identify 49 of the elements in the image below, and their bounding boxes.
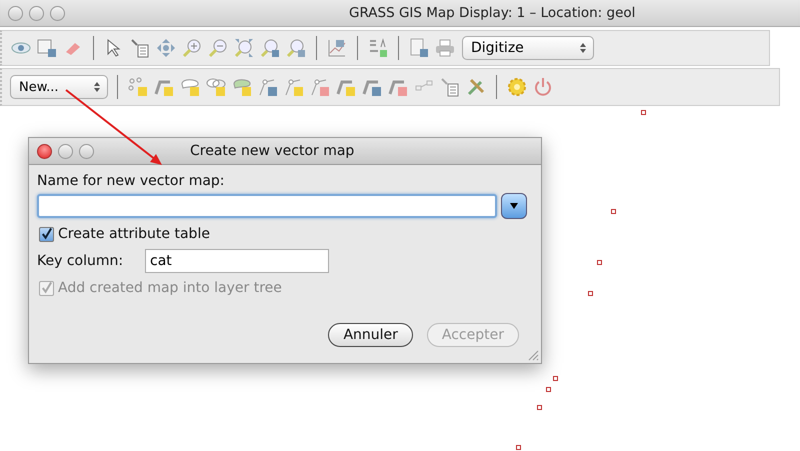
zoom-back-icon[interactable] xyxy=(259,37,281,59)
dropdown-button[interactable] xyxy=(501,193,527,219)
map-point xyxy=(516,445,521,450)
key-column-field[interactable]: cat xyxy=(145,249,329,273)
map-point xyxy=(588,291,593,296)
checkbox-label: Add created map into layer tree xyxy=(58,280,282,296)
zoom-extent-icon[interactable] xyxy=(233,37,255,59)
map-point xyxy=(597,260,602,265)
layer-icon[interactable] xyxy=(36,37,58,59)
map-point xyxy=(553,376,558,381)
legend-icon[interactable] xyxy=(367,37,389,59)
power-icon[interactable] xyxy=(532,76,554,98)
map-point xyxy=(641,110,646,115)
map-select[interactable]: New... xyxy=(10,75,108,99)
resize-grip-icon[interactable] xyxy=(527,349,539,361)
zoom-region-icon[interactable] xyxy=(285,37,307,59)
stepper-icon xyxy=(579,42,587,54)
caret-icon xyxy=(509,202,519,210)
window-control-icon[interactable] xyxy=(79,144,94,158)
stepper-icon xyxy=(93,81,101,93)
query-icon[interactable] xyxy=(129,37,151,59)
points-icon[interactable] xyxy=(127,76,149,98)
save-icon[interactable] xyxy=(408,37,430,59)
chart-icon[interactable] xyxy=(326,37,348,59)
zoom-out-icon[interactable] xyxy=(207,37,229,59)
dialog-button[interactable]: Annuler xyxy=(328,323,413,347)
attributes-icon[interactable] xyxy=(439,76,461,98)
pan-icon[interactable] xyxy=(155,37,177,59)
window-control-icon[interactable] xyxy=(8,6,23,20)
window-control-icon[interactable] xyxy=(58,144,73,158)
zoom-in-icon[interactable] xyxy=(181,37,203,59)
map-point xyxy=(537,405,542,410)
name-input-field[interactable] xyxy=(37,194,497,218)
dialog-title: Create new vector map xyxy=(190,143,354,159)
field-label: Name for new vector map: xyxy=(37,173,226,189)
checkbox-label: Create attribute table xyxy=(58,226,210,242)
window-control-icon[interactable] xyxy=(50,6,65,20)
print-icon[interactable] xyxy=(434,37,456,59)
centroid-icon[interactable] xyxy=(205,76,227,98)
checkbox[interactable] xyxy=(39,226,54,242)
mode-select[interactable]: Digitize xyxy=(462,36,594,60)
gear-icon[interactable] xyxy=(506,76,528,98)
map-point xyxy=(611,209,616,214)
map-point xyxy=(546,387,551,392)
field-label: Key column: xyxy=(37,253,124,269)
tools-icon[interactable] xyxy=(465,76,487,98)
close-icon[interactable] xyxy=(37,144,52,158)
window-title: GRASS GIS Map Display: 1 – Location: geol xyxy=(349,5,636,21)
window-control-icon[interactable] xyxy=(29,6,44,20)
